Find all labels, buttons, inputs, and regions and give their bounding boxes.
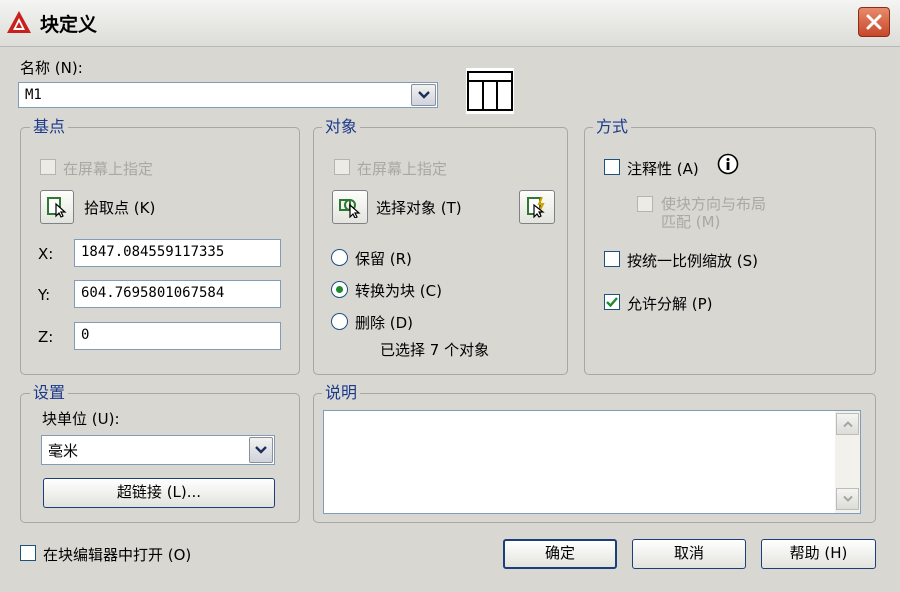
chevron-down-icon (417, 91, 430, 99)
match-orientation-label-line2: 匹配 (M) (661, 213, 721, 231)
autocad-logo-icon (7, 11, 31, 33)
convert-to-block-radio[interactable] (331, 281, 348, 298)
chevron-up-icon (842, 421, 853, 428)
scale-uniformly-label: 按统一比例缩放 (S) (627, 252, 758, 270)
scroll-up-button[interactable] (836, 413, 859, 435)
y-label: Y: (38, 286, 51, 304)
chevron-down-icon (255, 446, 267, 454)
convert-to-block-label: 转换为块 (C) (355, 282, 442, 300)
retain-radio[interactable] (331, 249, 348, 266)
z-coordinate-input[interactable]: 0 (74, 322, 281, 350)
scroll-down-button[interactable] (836, 488, 859, 510)
cancel-button[interactable]: 取消 (632, 539, 746, 569)
open-in-editor-label: 在块编辑器中打开 (O) (43, 546, 192, 564)
help-button[interactable]: 帮助 (H) (761, 539, 876, 569)
radio-selected-dot (336, 286, 343, 293)
quick-select-button[interactable] (519, 190, 555, 224)
annotative-checkbox[interactable] (604, 159, 620, 175)
scale-uniformly-checkbox[interactable] (604, 251, 620, 267)
allow-exploding-checkbox[interactable] (604, 294, 620, 310)
close-icon (866, 14, 882, 30)
selected-count-text: 已选择 7 个对象 (380, 341, 490, 359)
ok-button[interactable]: 确定 (503, 539, 617, 569)
select-objects-icon (339, 199, 361, 218)
description-scrollbar[interactable] (835, 411, 860, 513)
y-coordinate-input[interactable]: 604.7695801067584 (74, 280, 281, 308)
block-preview (466, 68, 514, 114)
select-objects-button[interactable] (332, 190, 368, 224)
objects-title: 对象 (322, 118, 361, 136)
title-bar: 块定义 (0, 0, 900, 47)
name-label: 名称 (N): (20, 59, 83, 77)
block-unit-select[interactable]: 毫米 (41, 435, 275, 465)
hyperlink-button[interactable]: 超链接 (L)... (43, 478, 275, 508)
objects-specify-label: 在屏幕上指定 (357, 160, 448, 178)
name-dropdown-button[interactable] (411, 84, 436, 106)
select-objects-label: 选择对象 (T) (376, 199, 462, 217)
base-point-specify-checkbox[interactable] (40, 159, 56, 175)
info-icon (717, 153, 739, 175)
z-label: Z: (38, 328, 54, 346)
window-title: 块定义 (40, 14, 98, 36)
annotative-label: 注释性 (A) (627, 160, 699, 178)
block-unit-label: 块单位 (U): (42, 410, 120, 428)
open-in-editor-checkbox[interactable] (20, 545, 36, 561)
close-button[interactable] (858, 7, 890, 37)
block-unit-dropdown-button[interactable] (249, 437, 273, 463)
allow-exploding-label: 允许分解 (P) (627, 295, 713, 313)
name-combo[interactable]: M1 (18, 82, 438, 108)
base-point-specify-label: 在屏幕上指定 (63, 160, 154, 178)
retain-label: 保留 (R) (355, 250, 412, 268)
quick-select-icon (527, 196, 545, 218)
checkmark-icon (606, 297, 618, 308)
pick-point-icon (47, 197, 67, 218)
annotative-info-button[interactable] (717, 153, 739, 175)
pick-point-button[interactable] (40, 190, 74, 224)
x-coordinate-input[interactable]: 1847.084559117335 (74, 239, 281, 267)
chevron-down-icon (842, 495, 853, 502)
delete-radio[interactable] (331, 313, 348, 330)
match-orientation-checkbox[interactable] (637, 196, 653, 212)
description-title: 说明 (322, 384, 361, 402)
description-textarea[interactable] (323, 410, 861, 514)
delete-label: 删除 (D) (355, 314, 414, 332)
behavior-title: 方式 (593, 118, 632, 136)
block-preview-icon (467, 71, 513, 111)
objects-specify-checkbox[interactable] (334, 159, 350, 175)
settings-title: 设置 (30, 384, 69, 402)
x-label: X: (38, 245, 54, 263)
base-point-title: 基点 (30, 118, 69, 136)
pick-point-label: 拾取点 (K) (84, 199, 156, 217)
